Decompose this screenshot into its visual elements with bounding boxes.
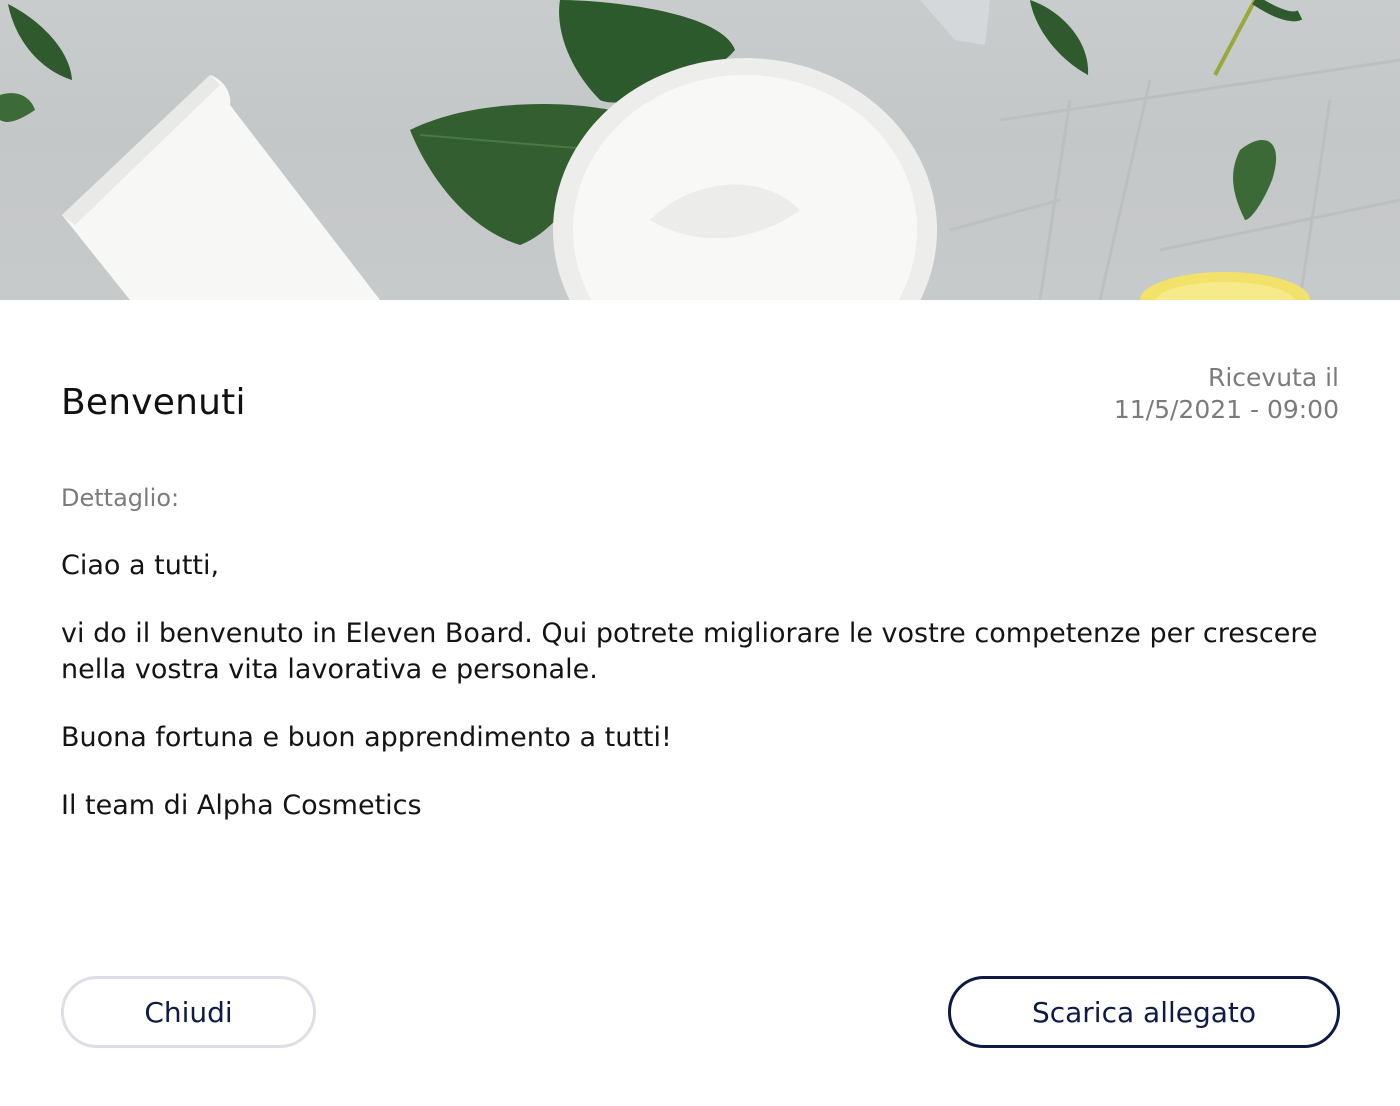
message-paragraph: Ciao a tutti, xyxy=(61,550,220,581)
message-body: Ciao a tutti, vi do il benvenuto in Elev… xyxy=(61,548,1341,856)
detail-label: Dettaglio: xyxy=(61,484,180,512)
message-paragraph: vi do il benvenuto in Eleven Board. Qui … xyxy=(61,618,1318,685)
message-paragraph: Il team di Alpha Cosmetics xyxy=(61,790,422,821)
received-label: Ricevuta il xyxy=(1207,363,1339,392)
received-info: Ricevuta il 11/5/2021 - 09:00 xyxy=(1114,362,1339,426)
message-title: Benvenuti xyxy=(61,382,246,423)
message-header: Benvenuti Ricevuta il 11/5/2021 - 09:00 xyxy=(61,360,1339,430)
close-button[interactable]: Chiudi xyxy=(61,976,316,1048)
download-attachment-button[interactable]: Scarica allegato xyxy=(948,976,1340,1048)
received-datetime: 11/5/2021 - 09:00 xyxy=(1113,395,1339,424)
message-paragraph: Buona fortuna e buon apprendimento a tut… xyxy=(61,722,672,753)
hero-image xyxy=(0,0,1400,300)
message-modal: Benvenuti Ricevuta il 11/5/2021 - 09:00 … xyxy=(0,0,1400,1106)
